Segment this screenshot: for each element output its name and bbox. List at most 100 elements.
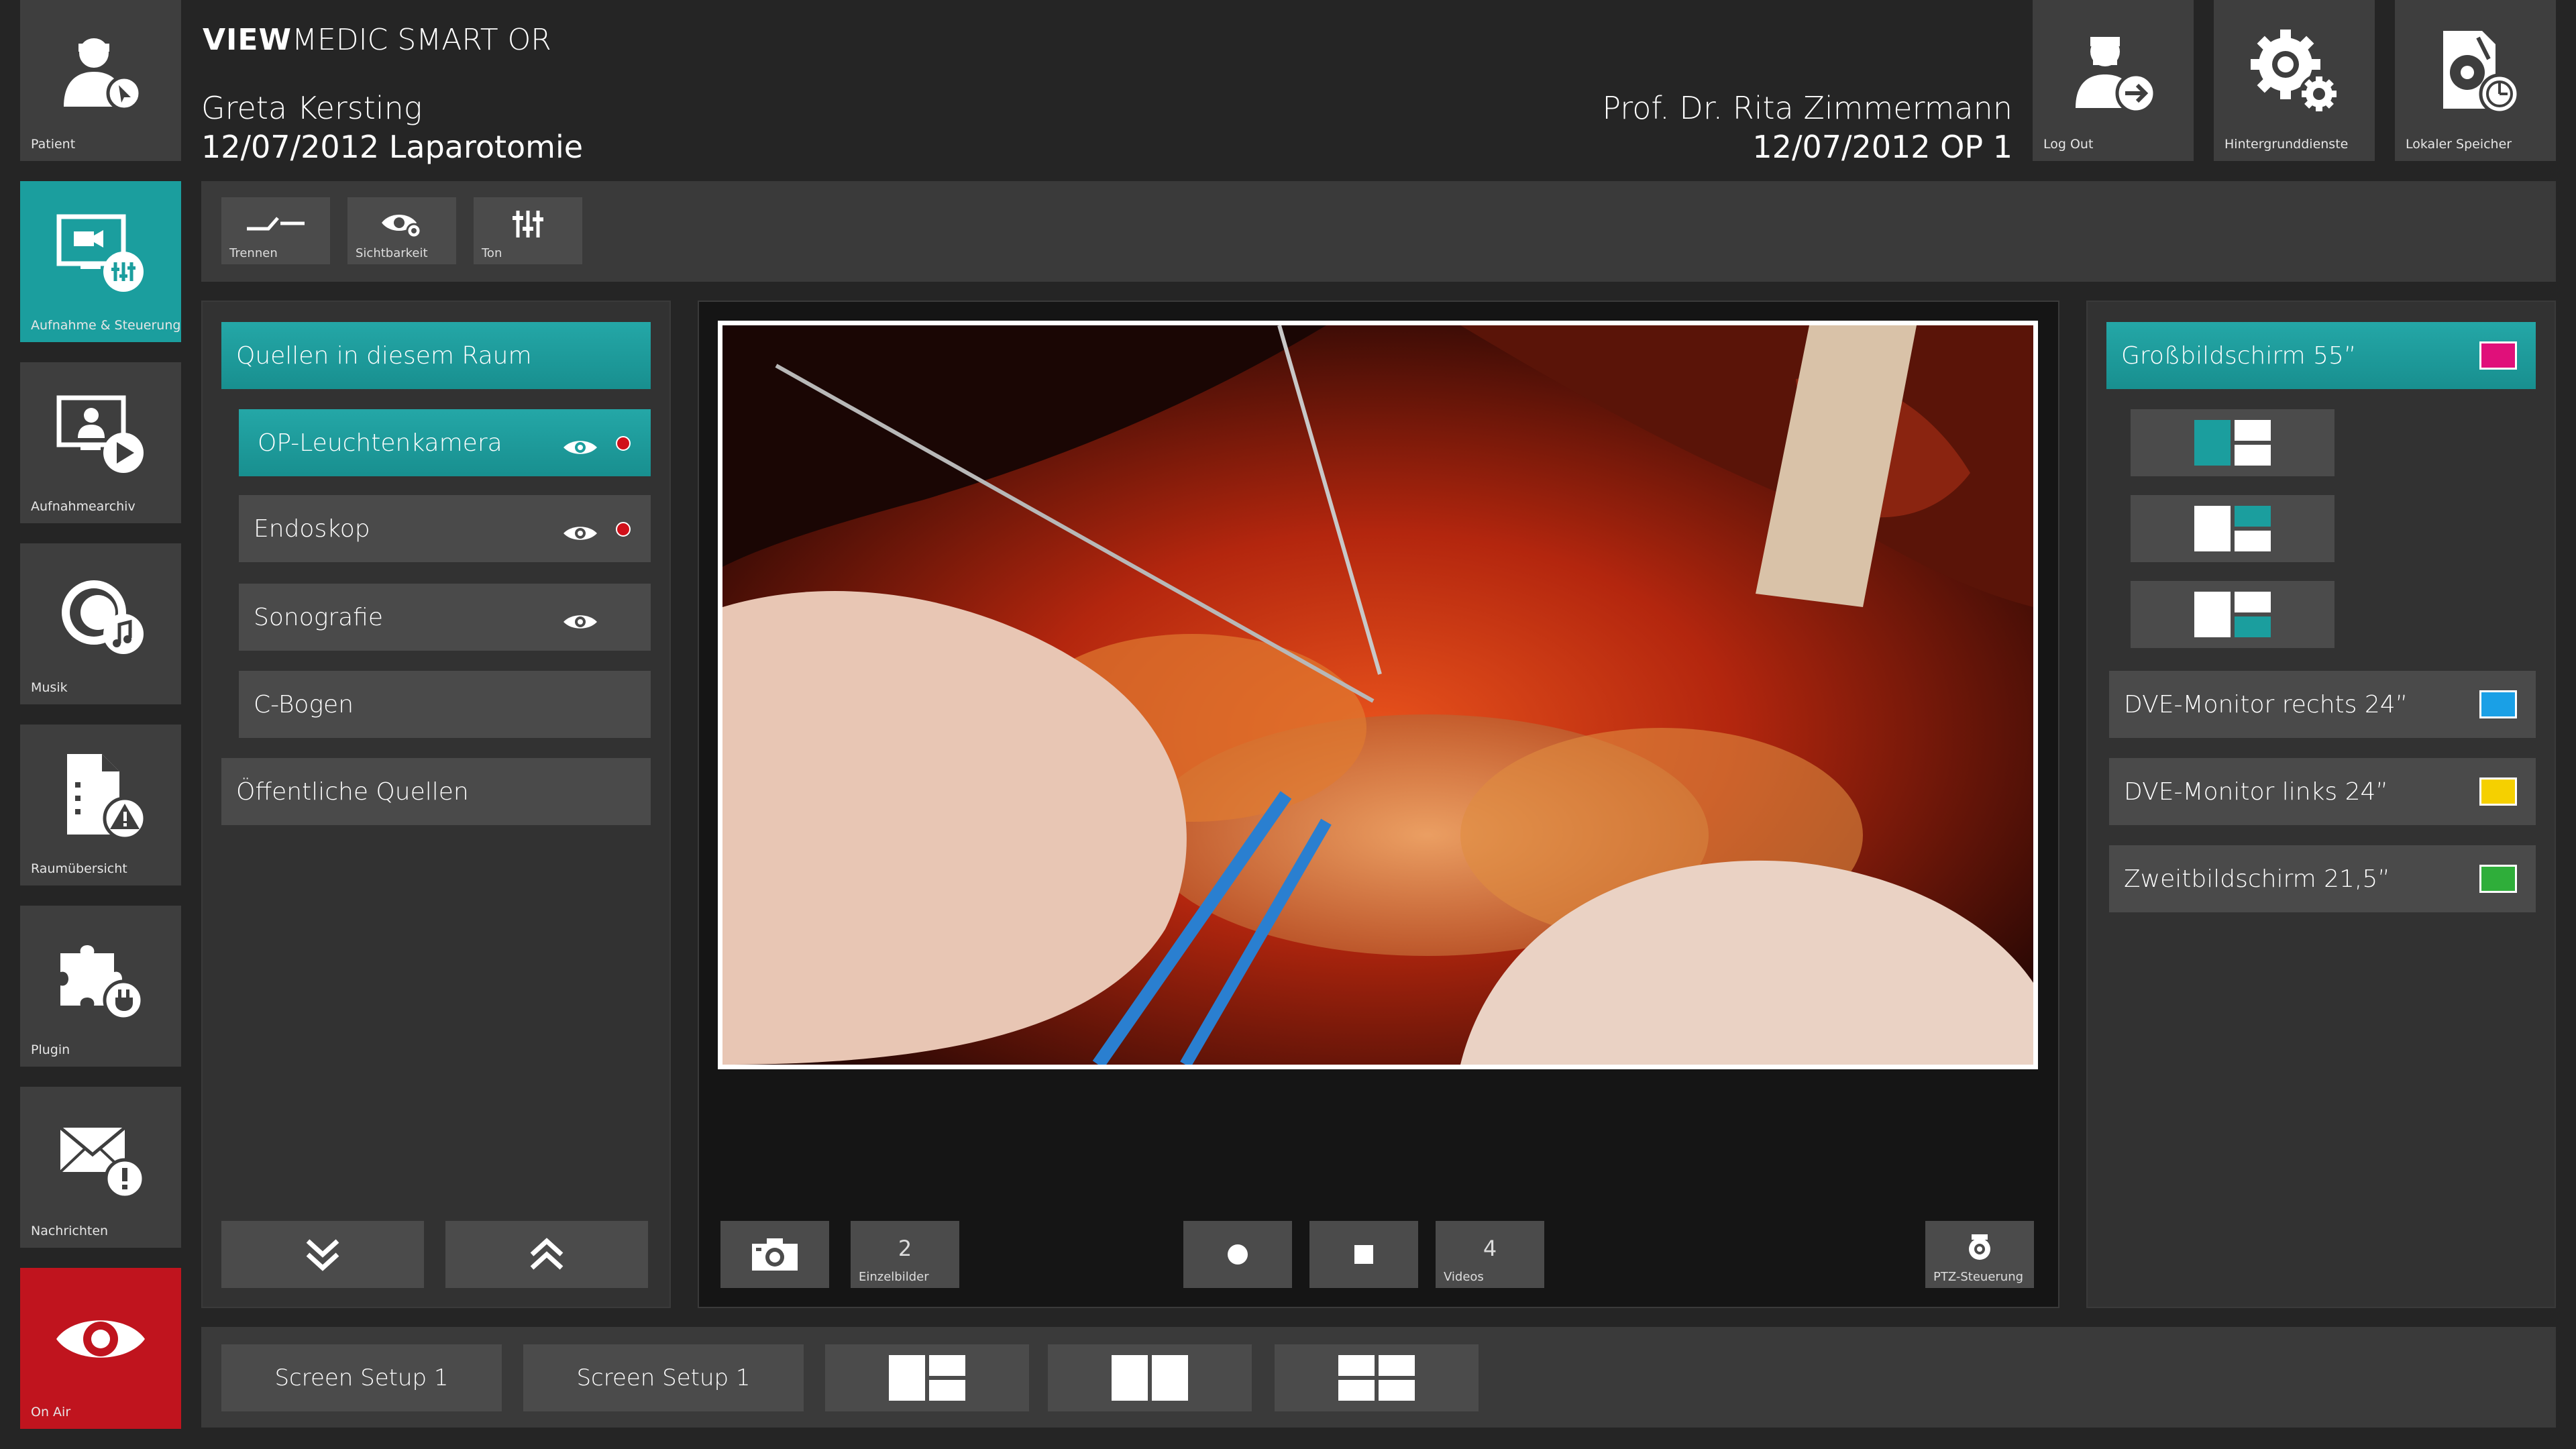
disconnect-icon: [246, 214, 306, 234]
snapshot-button[interactable]: [720, 1221, 829, 1288]
sound-label: Ton: [482, 246, 502, 260]
screen-setup-label: Screen Setup 1: [274, 1364, 449, 1391]
sidebar-item-music[interactable]: Musik: [20, 543, 181, 704]
chevron-double-up-icon: [528, 1236, 566, 1273]
source-label: C-Bogen: [254, 690, 354, 718]
scroll-down-button[interactable]: [221, 1221, 424, 1288]
live-dot-icon: [616, 436, 631, 451]
snapshots-counter[interactable]: 2 Einzelbilder: [851, 1221, 959, 1288]
snapshot-count: 2: [898, 1236, 912, 1261]
logout-button[interactable]: Log Out: [2033, 0, 2194, 161]
brand-bold: VIEW: [203, 23, 292, 57]
sidebar-item-label: Nachrichten: [31, 1224, 109, 1238]
eye-icon[interactable]: [562, 609, 598, 637]
video-label: Videos: [1444, 1270, 1484, 1284]
layout-three-pane-button[interactable]: [825, 1344, 1029, 1411]
source-endoscope[interactable]: Endoskop: [239, 495, 651, 562]
sidebar-item-recording-control[interactable]: Aufnahme & Steuerung: [20, 181, 181, 342]
sidebar-item-room-overview[interactable]: Raumübersicht: [20, 724, 181, 885]
sidebar-item-label: Musik: [31, 680, 68, 695]
sound-button[interactable]: Ton: [474, 197, 582, 264]
display-color-swatch: [2479, 341, 2517, 370]
screen-setup-button-2[interactable]: Screen Setup 1: [523, 1344, 804, 1411]
layout-option-bottom-right[interactable]: [2131, 581, 2334, 648]
camera-icon: [751, 1237, 799, 1272]
layout-two-pane-icon: [1112, 1355, 1188, 1401]
sources-room-header[interactable]: Quellen in diesem Raum: [221, 322, 651, 389]
ptz-control-button[interactable]: PTZ-Steuerung: [1925, 1221, 2034, 1288]
disconnect-button[interactable]: Trennen: [221, 197, 330, 264]
sources-room-header-label: Quellen in diesem Raum: [236, 341, 532, 370]
sidebar-item-archive[interactable]: Aufnahmearchiv: [20, 362, 181, 523]
sidebar-item-label: Plugin: [31, 1042, 70, 1057]
local-storage-label: Lokaler Speicher: [2406, 137, 2512, 152]
sound-mixer-icon: [511, 209, 545, 239]
background-services-label: Hintergrunddienste: [2224, 137, 2349, 152]
recording-control-icon: [54, 209, 148, 296]
doctor-name: Prof. Dr. Rita Zimmermann: [1602, 90, 2012, 126]
ptz-camera-icon: [1966, 1233, 1993, 1263]
brand-rest: MEDIC SMART OR: [292, 23, 551, 57]
display-color-swatch: [2479, 690, 2517, 718]
layout-option-top-right[interactable]: [2131, 495, 2334, 562]
chevron-double-down-icon: [304, 1236, 341, 1273]
display-large-screen[interactable]: Großbildschirm 55”: [2106, 322, 2536, 389]
sidebar-item-messages[interactable]: Nachrichten: [20, 1087, 181, 1248]
messages-icon: [54, 1114, 148, 1201]
record-icon: [1228, 1244, 1248, 1265]
scroll-up-button[interactable]: [445, 1221, 648, 1288]
display-color-swatch: [2479, 777, 2517, 806]
music-icon: [54, 571, 148, 658]
display-label: DVE-Monitor rechts 24”: [2124, 690, 2408, 718]
snapshot-label: Einzelbilder: [859, 1270, 929, 1284]
display-label: Großbildschirm 55”: [2121, 341, 2357, 370]
sidebar-item-label: On Air: [31, 1405, 71, 1419]
local-storage-button[interactable]: Lokaler Speicher: [2395, 0, 2556, 161]
layout-four-pane-button[interactable]: [1275, 1344, 1479, 1411]
sidebar-item-label: Aufnahmearchiv: [31, 499, 136, 514]
patient-name: Greta Kersting: [201, 90, 423, 126]
video-count: 4: [1483, 1236, 1497, 1261]
archive-play-icon: [54, 390, 148, 477]
stop-icon: [1354, 1245, 1373, 1264]
display-dve-right[interactable]: DVE-Monitor rechts 24”: [2109, 671, 2536, 738]
display-second-screen[interactable]: Zweitbildschirm 21,5”: [2109, 845, 2536, 912]
videos-counter[interactable]: 4 Videos: [1436, 1221, 1544, 1288]
sidebar-item-on-air[interactable]: On Air: [20, 1268, 181, 1429]
source-sonography[interactable]: Sonografie: [239, 584, 651, 651]
layout-two-pane-button[interactable]: [1048, 1344, 1252, 1411]
sidebar-item-plugin[interactable]: Plugin: [20, 906, 181, 1067]
source-label: OP-Leuchtenkamera: [258, 429, 502, 457]
background-services-button[interactable]: Hintergrunddienste: [2214, 0, 2375, 161]
stop-button[interactable]: [1309, 1221, 1418, 1288]
plugin-icon: [54, 933, 148, 1020]
source-c-arm[interactable]: C-Bogen: [239, 671, 651, 738]
sidebar-item-label: Raumübersicht: [31, 861, 127, 876]
visibility-button[interactable]: Sichtbarkeit: [347, 197, 456, 264]
source-label: Sonografie: [254, 603, 384, 631]
sidebar-item-patient[interactable]: Patient: [20, 0, 181, 161]
local-storage-icon: [2428, 24, 2522, 118]
layout-left-main-icon: [2194, 420, 2271, 466]
source-op-light-camera[interactable]: OP-Leuchtenkamera: [239, 409, 651, 476]
sidebar-item-label: Patient: [31, 137, 76, 152]
video-preview[interactable]: [718, 321, 2038, 1069]
eye-icon[interactable]: [562, 521, 598, 548]
logout-icon: [2066, 28, 2160, 115]
logout-label: Log Out: [2043, 137, 2094, 152]
record-button[interactable]: [1183, 1221, 1292, 1288]
display-dve-left[interactable]: DVE-Monitor links 24”: [2109, 758, 2536, 825]
sources-public-header[interactable]: Öffentliche Quellen: [221, 758, 651, 825]
layout-bottom-right-icon: [2194, 592, 2271, 637]
display-color-swatch: [2479, 865, 2517, 893]
disconnect-label: Trennen: [229, 246, 278, 260]
gears-icon: [2244, 24, 2345, 118]
layout-option-left-main[interactable]: [2131, 409, 2334, 476]
eye-icon: [54, 1309, 148, 1369]
eye-icon[interactable]: [562, 435, 598, 462]
sources-public-header-label: Öffentliche Quellen: [236, 777, 469, 806]
screen-setup-button-1[interactable]: Screen Setup 1: [221, 1344, 502, 1411]
layout-three-pane-icon: [889, 1355, 965, 1401]
source-label: Endoskop: [254, 515, 370, 543]
visibility-icon: [380, 211, 423, 237]
